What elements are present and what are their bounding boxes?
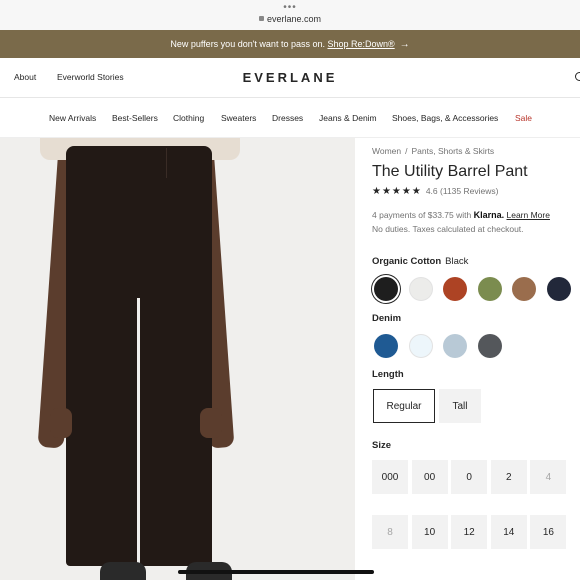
pants-leg-split: [137, 298, 140, 568]
arrow-right-icon[interactable]: →: [400, 31, 410, 59]
home-indicator: [178, 570, 374, 574]
model-shoe-left: [100, 562, 146, 580]
size-label: Size: [372, 440, 392, 451]
size-option-16[interactable]: 16: [530, 515, 567, 549]
length-tall-button[interactable]: Tall: [439, 389, 481, 423]
breadcrumb-pants[interactable]: Pants, Shorts & Skirts: [412, 146, 495, 156]
size-option-12[interactable]: 12: [451, 515, 488, 549]
size-option-10[interactable]: 10: [411, 515, 448, 549]
size-option-00[interactable]: 00: [411, 460, 448, 494]
browser-bar: ••• everlane.com: [0, 0, 580, 30]
cat-jeans-denim[interactable]: Jeans & Denim: [319, 113, 377, 123]
cat-sale[interactable]: Sale: [515, 113, 532, 123]
klarna-text: 4 payments of $33.75 with: [372, 210, 472, 220]
denim-color-swatch[interactable]: [477, 334, 502, 358]
rating-value: 4.6: [425, 186, 438, 196]
promo-text: New puffers you don't want to pass on.: [170, 39, 325, 49]
size-option-4[interactable]: 4: [530, 460, 567, 494]
cotton-color-swatch[interactable]: [443, 277, 468, 301]
cat-shoes-bags-accessories[interactable]: Shoes, Bags, & Accessories: [392, 113, 498, 123]
size-option-000[interactable]: 000: [372, 460, 408, 494]
url-text: everlane.com: [266, 14, 322, 24]
cat-dresses[interactable]: Dresses: [272, 113, 303, 123]
address-bar[interactable]: everlane.com: [0, 14, 580, 24]
more-icon[interactable]: •••: [0, 3, 580, 13]
klarna-logo: Klarna.: [473, 210, 505, 220]
klarna-info: 4 payments of $33.75 with Klarna. Learn …: [372, 210, 550, 220]
breadcrumb-women[interactable]: Women: [372, 146, 401, 156]
breadcrumb: Women / Pants, Shorts & Skirts: [372, 146, 495, 156]
rating[interactable]: ★★★★★ 4.6 (1135 Reviews): [372, 186, 498, 197]
selected-color: Black: [445, 256, 469, 267]
product-image[interactable]: [0, 138, 355, 580]
denim-color-swatch[interactable]: [374, 334, 398, 358]
review-count[interactable]: (1135 Reviews): [440, 186, 498, 196]
length-label: Length: [372, 369, 404, 380]
learn-more-link[interactable]: Learn More: [507, 210, 550, 220]
promo-banner: New puffers you don't want to pass on. S…: [0, 30, 580, 58]
length-regular-button[interactable]: Regular: [373, 389, 435, 423]
size-option-8[interactable]: 8: [372, 515, 408, 549]
cotton-color-swatch[interactable]: [374, 277, 398, 301]
category-nav: New Arrivals Best-Sellers Clothing Sweat…: [0, 98, 580, 138]
pants-pocket: [166, 148, 186, 178]
brand-logo[interactable]: EVERLANE: [0, 70, 580, 85]
cat-clothing[interactable]: Clothing: [173, 113, 204, 123]
model-hand-left: [50, 408, 72, 438]
star-rating-icon: ★★★★★: [372, 186, 422, 197]
cotton-color-swatch[interactable]: [512, 277, 537, 301]
promo-link[interactable]: Shop Re:Down®: [328, 39, 395, 49]
cat-new-arrivals[interactable]: New Arrivals: [49, 113, 96, 123]
model-hand-right: [200, 408, 222, 438]
size-option-2[interactable]: 2: [490, 460, 527, 494]
product-title: The Utility Barrel Pant: [372, 163, 528, 180]
size-option-14[interactable]: 14: [490, 515, 527, 549]
top-nav: About Everworld Stories EVERLANE: [0, 58, 580, 98]
cotton-color-swatch[interactable]: [477, 277, 502, 301]
size-option-0[interactable]: 0: [451, 460, 488, 494]
search-icon[interactable]: [575, 72, 580, 81]
cat-sweaters[interactable]: Sweaters: [221, 113, 256, 123]
denim-color-swatch[interactable]: [443, 334, 468, 358]
denim-label: Denim: [372, 313, 402, 324]
cotton-color-swatch[interactable]: [547, 277, 571, 301]
lock-icon: [258, 16, 264, 21]
cotton-color-label: Organic Cotton Black: [372, 256, 469, 267]
cotton-color-swatch[interactable]: [408, 277, 433, 301]
denim-color-swatch[interactable]: [408, 334, 433, 358]
duties-note: No duties. Taxes calculated at checkout.: [372, 224, 524, 234]
cat-best-sellers[interactable]: Best-Sellers: [112, 113, 158, 123]
